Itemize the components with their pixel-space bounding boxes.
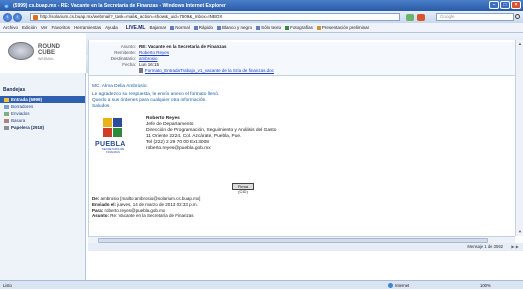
logo-text: ROUND CUBE (38, 44, 60, 56)
scroll-down-icon[interactable]: ▼ (517, 229, 523, 235)
close-button[interactable]: × (511, 1, 521, 9)
roundcube-logo-icon (8, 42, 34, 60)
folder-inbox[interactable]: Entrada (5999) (0, 96, 85, 103)
search-input[interactable]: Google (436, 13, 514, 21)
search-icon[interactable] (515, 14, 520, 19)
svg-text:e: e (5, 5, 8, 9)
grid-icon (193, 25, 198, 30)
ie-icon: e (3, 2, 10, 9)
menu-archivo[interactable]: Archivo (3, 25, 18, 30)
inbox-icon (4, 97, 9, 102)
folder-junk[interactable]: Basura (0, 117, 85, 124)
stop-icon[interactable] (417, 14, 425, 21)
window-controls: – □ × (489, 1, 521, 9)
trash-icon (4, 125, 9, 130)
zoom-level[interactable]: 100% (480, 283, 491, 288)
signature-lines: Roberto Reyes Jefe de Departamento Direc… (146, 116, 277, 151)
folder-sent[interactable]: Enviados (0, 110, 85, 117)
fav-presentacion[interactable]: Presentación preliminar (316, 25, 369, 30)
scroll-up-icon[interactable]: ▲ (517, 41, 523, 47)
sent-icon (4, 111, 9, 116)
drafts-icon (4, 104, 9, 109)
fav-blanco-negro[interactable]: Blanco y negro (217, 25, 252, 30)
message-pager: Mensaje 1 de 3592 ▶ ▶ (88, 243, 523, 251)
photo-icon (285, 25, 290, 30)
grid-icon (217, 25, 222, 30)
menu-ayuda[interactable]: Ayuda (105, 25, 118, 30)
address-text: http://solarium.cs.buap.mx/webmail?_task… (40, 14, 223, 19)
message-body: MC. Alma Delia Ambrosio: Le agradezco su… (92, 84, 220, 109)
toolbar-brand: LIVE.ML (125, 24, 146, 31)
message-pane: Asunto: RE: Vacante en la Secretaría de F… (88, 40, 515, 236)
fav-fotografias[interactable]: Fotografías (285, 25, 313, 30)
folder-trash[interactable]: Papelera (2918) (0, 124, 85, 131)
header-to: Destinatario: ambrosio (110, 56, 158, 61)
menu-edicion[interactable]: Edición (22, 25, 37, 30)
folder-drafts[interactable]: Borradores (0, 103, 85, 110)
menu-ver[interactable]: Ver (41, 25, 48, 30)
address-bar-row: ‹ › http://solarium.cs.buap.mx/webmail?_… (0, 11, 523, 23)
page-icon (316, 25, 321, 30)
header-subject: Asunto: RE: Vacante en la Secretaría de F… (120, 44, 227, 49)
fav-solo-texto[interactable]: Sólo texto (256, 25, 281, 30)
address-input[interactable]: http://solarium.cs.buap.mx/webmail?_task… (30, 13, 400, 21)
site-favicon-icon (33, 15, 38, 20)
horizontal-scrollbar[interactable] (88, 236, 515, 243)
grid-icon (256, 25, 261, 30)
to-link[interactable]: ambrosio (139, 56, 158, 61)
address-tools (406, 14, 425, 21)
fav-normal[interactable]: Normal (170, 25, 190, 30)
pager-next-icon[interactable]: ▶ ▶ (511, 244, 519, 249)
maximize-button[interactable]: □ (500, 1, 510, 9)
refresh-icon[interactable] (406, 14, 414, 21)
header-date: Fecha: Lun 16:15 (122, 62, 160, 67)
window-title: (5999) cs.buap.mx - RE: Vacante en la Se… (13, 2, 226, 9)
menu-herramientas[interactable]: Herramientas (74, 25, 101, 30)
minimize-button[interactable]: – (489, 1, 499, 9)
fav-rapido[interactable]: Rápido (193, 25, 213, 30)
junk-icon (4, 118, 9, 123)
vertical-scrollbar[interactable]: ▲ ▼ (515, 40, 523, 236)
pager-text: Mensaje 1 de 3592 (467, 244, 503, 249)
forwarded-headers: De: ambrosio [mailto:ambrosio@solarium.c… (92, 196, 201, 219)
menu-favoritos[interactable]: Favoritos (52, 25, 71, 30)
header-from: Remitente: Roberto Reyes (114, 50, 170, 55)
logo-area: ROUND CUBE WEBMAIL (0, 33, 86, 73)
forward-nav-button[interactable]: › (13, 12, 22, 22)
status-bar: Listo Internet 100% (0, 280, 523, 289)
attachment-icon (139, 68, 143, 73)
message-headers: Asunto: RE: Vacante en la Secretaría de F… (89, 42, 515, 76)
fav-bajamar[interactable]: Bajamar (150, 25, 167, 30)
grid-icon (170, 25, 175, 30)
folder-sidebar: Bandejas Entrada (5999) Borradores Envia… (0, 73, 86, 280)
security-zone: Internet (388, 283, 409, 288)
firma-button[interactable]: Firma (CID) (232, 183, 254, 194)
back-nav-button[interactable]: ‹ (3, 12, 12, 22)
menu-bar: Archivo Edición Ver Favoritos Herramient… (0, 23, 523, 33)
window-title-bar: e (5999) cs.buap.mx - RE: Vacante en la … (0, 0, 523, 11)
logo-subtitle: WEBMAIL (38, 57, 55, 61)
status-text: Listo (3, 283, 12, 288)
globe-icon (388, 283, 393, 288)
puebla-logo-subtitle: SECRETARÍA DE FINANZAS (101, 147, 125, 154)
folders-heading: Bandejas (3, 87, 26, 93)
from-link[interactable]: Roberto Reyes (139, 50, 169, 55)
attachment-link[interactable]: Formato_EntradaTrabajo_v1_vacante de la … (139, 68, 274, 73)
